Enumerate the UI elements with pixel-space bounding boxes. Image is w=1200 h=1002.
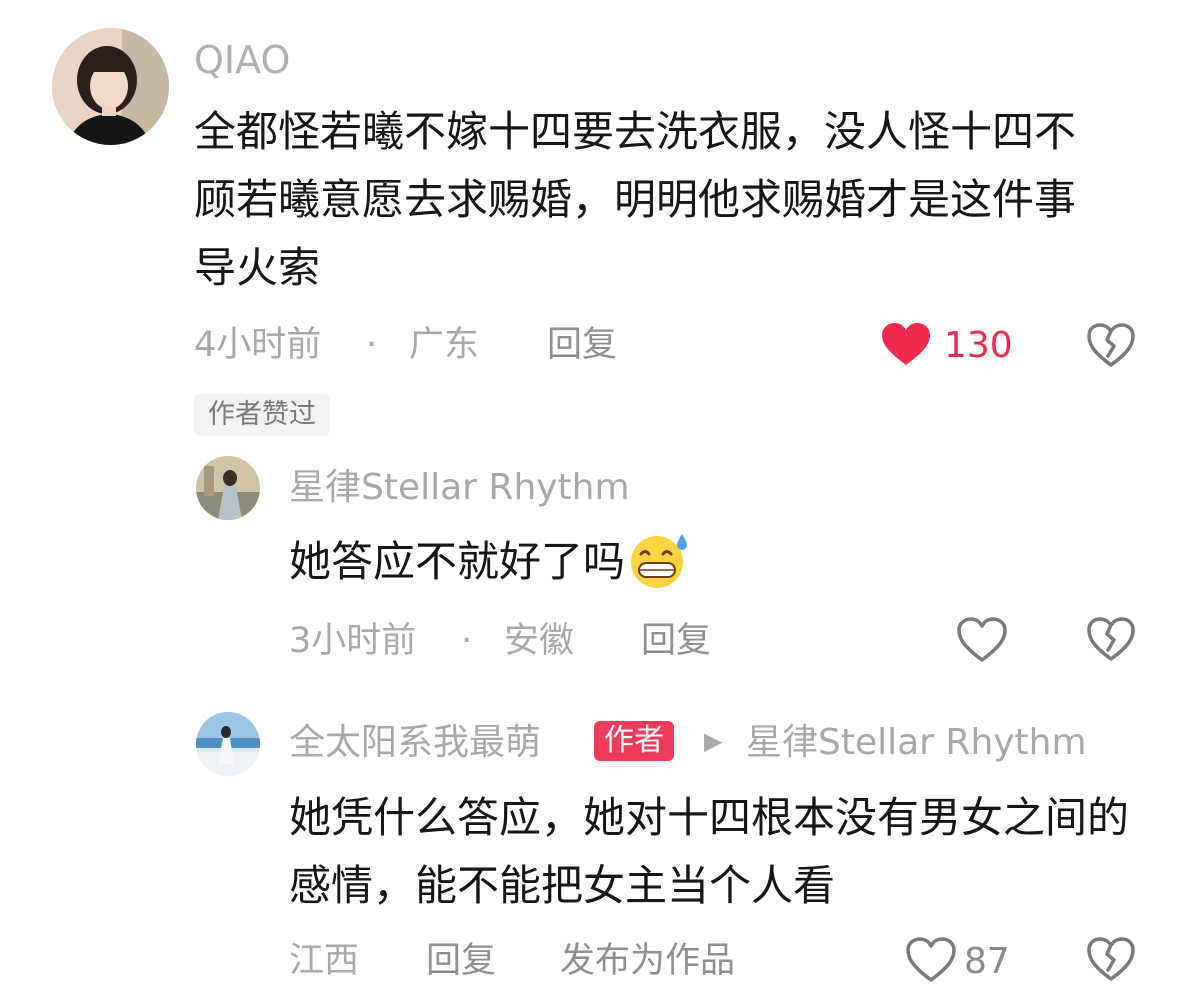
avatar-qiao[interactable] <box>52 28 169 145</box>
reply-button[interactable]: 回复 <box>641 624 711 659</box>
avatar-author[interactable] <box>196 712 260 776</box>
reply-content: 她答应不就好了吗 <box>289 528 693 596</box>
reply-username[interactable]: 星律Stellar Rhythm <box>289 470 630 506</box>
heart-outline-icon[interactable] <box>905 936 957 984</box>
reply-location: 江西 <box>289 941 360 981</box>
comment-time: 4小时前 <box>194 325 322 365</box>
meta-separator: · <box>366 325 378 365</box>
reply-text: 她凭什么答应，她对十四根本没有男女之间的感情，能不能把女主当个人看 <box>289 793 1130 910</box>
reply-button[interactable]: 回复 <box>426 944 496 979</box>
broken-heart-icon[interactable] <box>1086 616 1136 662</box>
reply-time: 3小时前 <box>289 621 417 661</box>
publish-as-work-button[interactable]: 发布为作品 <box>560 944 735 979</box>
reply-arrow-icon: ▶ <box>704 727 723 755</box>
author-badge: 作者 <box>594 721 674 761</box>
reply-to-username[interactable]: 星律Stellar Rhythm <box>746 725 1087 761</box>
reply-button[interactable]: 回复 <box>547 328 617 363</box>
reply-username[interactable]: 全太阳系我最萌 <box>289 725 541 761</box>
reply-location: 安徽 <box>504 621 575 661</box>
comment-text: 全都怪若曦不嫁十四要去洗衣服，没人怪十四不顾若曦意愿去求赐婚，明明他求赐婚才是这… <box>194 107 1077 292</box>
comment-location: 广东 <box>409 325 480 365</box>
broken-heart-icon[interactable] <box>1086 322 1136 368</box>
reply-text: 她答应不就好了吗 <box>289 537 626 586</box>
heart-filled-icon[interactable] <box>880 321 932 367</box>
avatar-stellar-rhythm[interactable] <box>196 456 260 520</box>
heart-outline-icon[interactable] <box>956 616 1008 664</box>
author-liked-badge: 作者赞过 <box>194 394 330 436</box>
comment-username[interactable]: QIAO <box>194 41 290 79</box>
like-count: 87 <box>964 941 1010 982</box>
meta-separator: · <box>461 621 473 661</box>
like-count: 130 <box>944 325 1013 366</box>
broken-heart-icon[interactable] <box>1086 936 1136 982</box>
sweat-grin-emoji-icon <box>627 530 693 594</box>
